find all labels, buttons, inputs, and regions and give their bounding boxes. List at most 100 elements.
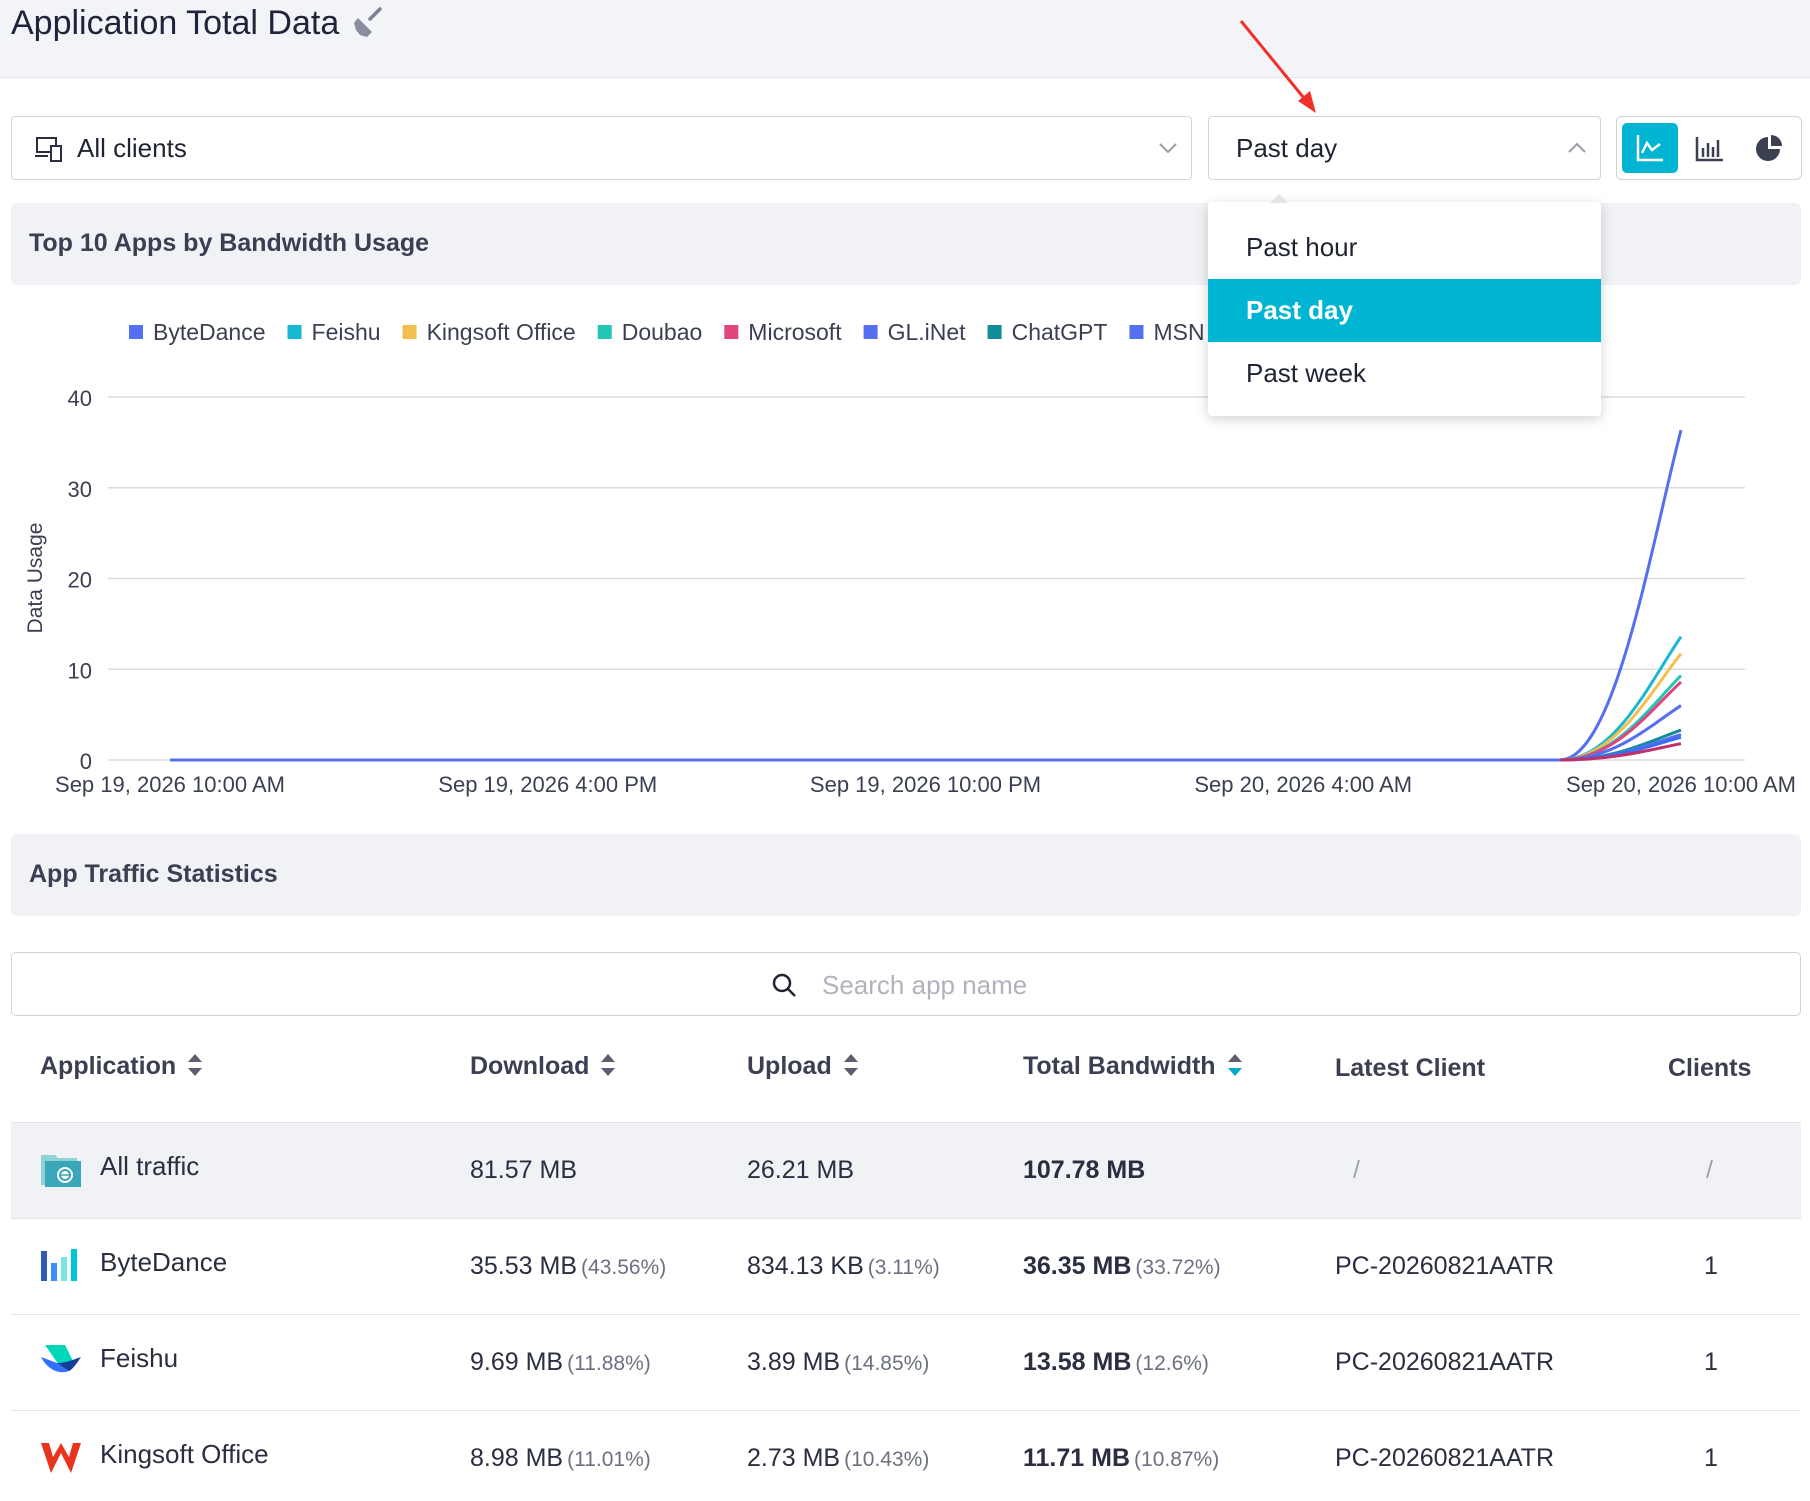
download-value: 35.53 MB bbox=[470, 1252, 578, 1280]
column-upload[interactable]: Upload bbox=[747, 1052, 860, 1081]
series-line-bytedance bbox=[1559, 429, 1683, 762]
upload-cell: 834.13 KB (3.11%) bbox=[747, 1252, 940, 1281]
time-range-select[interactable]: Past day bbox=[1208, 116, 1601, 180]
annotation-arrow bbox=[1239, 20, 1316, 113]
sort-icon[interactable] bbox=[842, 1052, 860, 1078]
x-tick-label: Sep 19, 2026 4:00 PM bbox=[438, 772, 657, 797]
column-clients: Clients bbox=[1668, 1054, 1752, 1082]
legend-swatch bbox=[129, 325, 143, 339]
clients-value: 1 bbox=[1704, 1444, 1718, 1472]
pie-chart-icon bbox=[1756, 135, 1782, 161]
bar-chart-button[interactable] bbox=[1682, 123, 1738, 173]
clients-value: / bbox=[1706, 1156, 1713, 1184]
chevron-up-icon bbox=[1568, 142, 1586, 153]
table-row[interactable]: All traffic 81.57 MB 26.21 MB 107.78 MB … bbox=[11, 1122, 1801, 1218]
legend-swatch bbox=[402, 325, 417, 339]
bar-chart-icon bbox=[1695, 137, 1723, 162]
total-value: 11.71 MB bbox=[1023, 1444, 1131, 1472]
chevron-down-icon bbox=[1159, 143, 1177, 154]
page-title: Application Total Data bbox=[11, 4, 340, 42]
chart-section-title: Top 10 Apps by Bandwidth Usage bbox=[29, 229, 430, 257]
y-tick-label: 0 bbox=[80, 749, 92, 774]
download-percent: (11.01%) bbox=[567, 1448, 651, 1471]
legend-label: GL.iNet bbox=[888, 319, 967, 345]
total-cell: 36.35 MB (33.72%) bbox=[1023, 1252, 1221, 1281]
column-latest-client: Latest Client bbox=[1335, 1054, 1486, 1082]
clients-select[interactable]: All clients bbox=[11, 116, 1192, 180]
download-cell: 8.98 MB (11.01%) bbox=[470, 1444, 651, 1473]
table-row[interactable]: Feishu 9.69 MB (11.88%) 3.89 MB (14.85%) 1… bbox=[11, 1314, 1801, 1410]
time-range-dropdown: Past hour Past day Past week bbox=[1208, 194, 1601, 416]
legend-swatch bbox=[1129, 325, 1144, 339]
search-input[interactable] bbox=[822, 965, 1422, 1005]
upload-value: 3.89 MB bbox=[747, 1348, 841, 1376]
app-name: ByteDance bbox=[100, 1247, 228, 1277]
total-value: 107.78 MB bbox=[1023, 1156, 1146, 1184]
kingsoft-office-icon bbox=[41, 1443, 81, 1473]
app-name: Kingsoft Office bbox=[100, 1439, 269, 1469]
x-tick-label: Sep 20, 2026 4:00 AM bbox=[1194, 772, 1412, 797]
option-past-week[interactable]: Past week bbox=[1208, 342, 1601, 405]
legend-swatch bbox=[287, 325, 302, 339]
column-total-bandwidth[interactable]: Total Bandwidth bbox=[1023, 1052, 1244, 1081]
time-range-value: Past day bbox=[1236, 133, 1338, 163]
total-percent: (12.6%) bbox=[1135, 1352, 1209, 1375]
all-traffic-icon bbox=[41, 1155, 81, 1187]
latest-client-value: PC-20260821AATR bbox=[1335, 1252, 1555, 1280]
legend-label: Feishu bbox=[312, 319, 381, 345]
legend-label: Doubao bbox=[622, 319, 703, 345]
bytedance-icon bbox=[41, 1249, 77, 1281]
upload-value: 834.13 KB bbox=[747, 1252, 864, 1280]
dropdown-caret bbox=[1270, 194, 1288, 203]
legend-label: Microsoft bbox=[748, 319, 842, 345]
x-tick-label: Sep 19, 2026 10:00 PM bbox=[810, 772, 1041, 797]
upload-cell: 3.89 MB (14.85%) bbox=[747, 1348, 929, 1377]
legend-swatch bbox=[724, 325, 739, 339]
legend-label: ChatGPT bbox=[1012, 319, 1108, 345]
total-percent: (10.87%) bbox=[1134, 1448, 1220, 1471]
latest-client-value: / bbox=[1353, 1156, 1360, 1184]
option-past-day[interactable]: Past day bbox=[1208, 279, 1601, 342]
upload-percent: (14.85%) bbox=[844, 1352, 930, 1375]
legend-swatch bbox=[863, 325, 878, 339]
upload-percent: (3.11%) bbox=[867, 1256, 940, 1279]
sort-icon[interactable] bbox=[599, 1052, 617, 1078]
column-download[interactable]: Download bbox=[470, 1052, 617, 1081]
column-application[interactable]: Application bbox=[40, 1052, 204, 1081]
clients-value: 1 bbox=[1704, 1348, 1718, 1376]
upload-value: 2.73 MB bbox=[747, 1444, 841, 1472]
upload-percent: (10.43%) bbox=[844, 1448, 930, 1471]
y-axis-label: Data Usage bbox=[24, 523, 47, 634]
download-value: 9.69 MB bbox=[470, 1348, 564, 1376]
sort-icon-active[interactable] bbox=[1226, 1052, 1244, 1078]
stats-section-header: App Traffic Statistics bbox=[11, 834, 1801, 916]
stats-section-title: App Traffic Statistics bbox=[29, 860, 278, 888]
y-tick-label: 20 bbox=[68, 568, 92, 593]
upload-value: 26.21 MB bbox=[747, 1156, 855, 1184]
app-name: All traffic bbox=[100, 1151, 200, 1181]
table-row[interactable]: ByteDance 35.53 MB (43.56%) 834.13 KB (3.1… bbox=[11, 1218, 1801, 1314]
download-cell: 35.53 MB (43.56%) bbox=[470, 1252, 666, 1281]
devices-icon bbox=[35, 137, 62, 162]
legend-label: ByteDance bbox=[153, 319, 266, 345]
download-percent: (43.56%) bbox=[581, 1256, 667, 1279]
pie-chart-button[interactable] bbox=[1741, 123, 1797, 173]
clients-select-value: All clients bbox=[77, 133, 187, 163]
download-percent: (11.88%) bbox=[567, 1352, 651, 1375]
total-cell: 11.71 MB (10.87%) bbox=[1023, 1444, 1219, 1473]
download-value: 81.57 MB bbox=[470, 1156, 578, 1184]
legend-swatch bbox=[987, 325, 1002, 339]
app-search-box bbox=[11, 952, 1801, 1016]
y-tick-label: 30 bbox=[68, 477, 92, 502]
option-past-hour[interactable]: Past hour bbox=[1208, 216, 1601, 279]
legend-swatch bbox=[597, 325, 612, 339]
line-chart-button[interactable] bbox=[1622, 123, 1678, 173]
table-row[interactable]: Kingsoft Office 8.98 MB (11.01%) 2.73 MB(… bbox=[11, 1410, 1801, 1501]
latest-client-value: PC-20260821AATR bbox=[1335, 1348, 1555, 1376]
sort-icon[interactable] bbox=[186, 1052, 204, 1078]
chart-view-toggle bbox=[1616, 116, 1802, 180]
line-chart-icon bbox=[1636, 135, 1663, 162]
legend-label: Kingsoft Office bbox=[427, 319, 576, 345]
x-tick-label: Sep 19, 2026 10:00 AM bbox=[55, 772, 285, 797]
broom-icon[interactable] bbox=[350, 6, 384, 40]
